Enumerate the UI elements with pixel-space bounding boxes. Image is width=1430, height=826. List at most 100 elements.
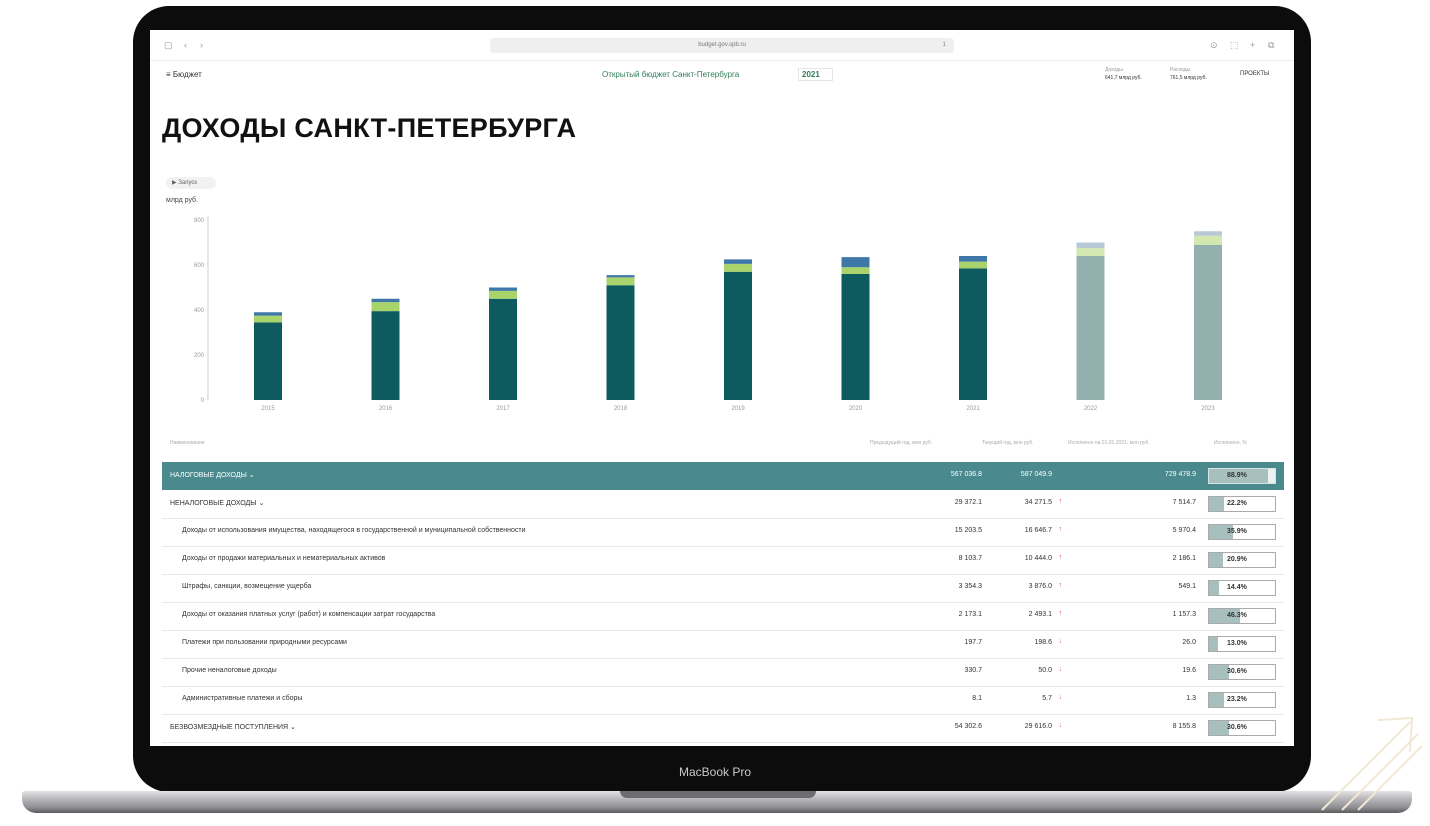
y-tick-label: 200: [194, 353, 205, 359]
play-button-label: ▶ Запуск: [172, 180, 198, 186]
current-year-value: 16 646.7: [1024, 527, 1052, 534]
x-tick-label: 2019: [731, 406, 745, 412]
sidebar-toggle-icon[interactable]: ▢: [164, 40, 173, 51]
table-row[interactable]: БЕЗВОЗМЕЗДНЫЕ ПОСТУПЛЕНИЯ ⌄ 54 302.6 29 61…: [162, 714, 1284, 743]
percent-bar: 30.6%: [1208, 664, 1276, 680]
table-row[interactable]: Прочие неналоговые доходы 330.7 50.0 ↓ 19.6 3…: [162, 658, 1284, 687]
bar-segment: [1194, 231, 1222, 236]
trend-up-icon: ↑: [1058, 610, 1063, 617]
row-label: Доходы от оказания платных услуг (работ)…: [182, 611, 436, 618]
bar-segment: [1076, 256, 1105, 400]
executed-value: 26.0: [1182, 639, 1196, 646]
y-tick-label: 0: [201, 398, 205, 404]
row-label: Административные платежи и сборы: [182, 695, 303, 702]
percent-bar: 35.9%: [1208, 524, 1276, 540]
bar-segment: [489, 298, 517, 400]
executed-value: 19.6: [1182, 667, 1196, 674]
percent-bar: 22.2%: [1208, 496, 1276, 512]
percent-bar: 88.9%: [1208, 468, 1276, 484]
share-icon[interactable]: ⬚: [1230, 40, 1239, 51]
percent-label: 23.2%: [1227, 696, 1247, 703]
address-bar[interactable]: budget.gov.spb.ru 1: [490, 38, 954, 53]
zoom-indicator: 1: [942, 42, 946, 48]
col-header-cur: Текущий год, млн руб.: [982, 440, 1034, 446]
current-year-value: 5.7: [1042, 695, 1052, 702]
projects-link[interactable]: ПРОЕКТЫ: [1240, 71, 1269, 77]
table-row[interactable]: Платежи при пользовании природными ресур…: [162, 630, 1284, 659]
bar-segment: [606, 275, 635, 278]
percent-bar: 46.3%: [1208, 608, 1276, 624]
row-label[interactable]: НАЛОГОВЫЕ ДОХОДЫ ⌄: [170, 471, 255, 479]
table-row[interactable]: Доходы от оказания платных услуг (работ)…: [162, 602, 1284, 631]
bar-segment: [489, 287, 517, 291]
bar-segment: [1076, 242, 1105, 249]
bar-segment: [489, 290, 517, 299]
page-title: ДОХОДЫ САНКТ-ПЕТЕРБУРГА: [162, 113, 577, 143]
trend-up-icon: ↑: [1058, 582, 1063, 589]
new-tab-icon[interactable]: +: [1250, 40, 1255, 50]
trend-down-icon: ↓: [1058, 666, 1063, 673]
forward-arrow-icon[interactable]: ›: [200, 40, 203, 50]
executed-value: 5 970.4: [1172, 527, 1196, 534]
table-row[interactable]: НАЛОГОВЫЕ ДОХОДЫ ⌄ 567 036.8 587 049.9 729 …: [162, 462, 1284, 490]
prev-year-value: 8.1: [972, 695, 982, 702]
budget-menu-button[interactable]: ≡ Бюджет: [166, 70, 202, 79]
income-stat-value: 641,7 млрд руб.: [1105, 75, 1142, 81]
table-row[interactable]: Доходы от использования имущества, наход…: [162, 518, 1284, 547]
percent-bar-fill: [1209, 553, 1223, 567]
row-label[interactable]: НЕНАЛОГОВЫЕ ДОХОДЫ ⌄: [170, 499, 264, 507]
bar-segment: [959, 268, 987, 400]
bar-segment: [841, 267, 870, 274]
back-arrow-icon[interactable]: ‹: [184, 40, 187, 50]
percent-bar: 13.0%: [1208, 636, 1276, 652]
table-row[interactable]: Доходы от продажи материальных и нематер…: [162, 546, 1284, 575]
table-row[interactable]: Штрафы, санкции, возмещение ущерба 3 354.…: [162, 574, 1284, 603]
row-label: Доходы от использования имущества, наход…: [182, 527, 526, 534]
x-tick-label: 2023: [1201, 406, 1215, 412]
site-title-link[interactable]: Открытый бюджет Санкт-Петербурга: [602, 70, 739, 79]
percent-label: 35.9%: [1227, 528, 1247, 535]
tabs-overview-icon[interactable]: ⧉: [1268, 40, 1274, 51]
bar-segment: [724, 259, 752, 264]
screen: ▢ ‹ › budget.gov.spb.ru 1 ⊙ ⬚ + ⧉ ≡ Бюдж…: [150, 30, 1294, 746]
prev-year-value: 54 302.6: [954, 723, 982, 730]
bar-segment: [1194, 244, 1222, 400]
current-year-value: 29 616.0: [1024, 723, 1052, 730]
percent-bar: 14.4%: [1208, 580, 1276, 596]
trend-up-icon: ↑: [1058, 554, 1063, 561]
row-label: Доходы от продажи материальных и нематер…: [182, 555, 386, 562]
executed-value: 7 514.7: [1172, 499, 1196, 506]
row-label: Прочие неналоговые доходы: [182, 667, 277, 674]
y-tick-label: 600: [194, 263, 205, 269]
col-header-name: Наименование: [170, 440, 205, 446]
bar-segment: [1194, 235, 1222, 245]
percent-label: 88.9%: [1227, 472, 1247, 479]
percent-bar-fill: [1209, 497, 1224, 511]
bar-segment: [254, 315, 282, 323]
year-select[interactable]: 2021: [798, 68, 833, 81]
prev-year-value: 15 203.5: [954, 527, 982, 534]
current-year-value: 3 876.0: [1028, 583, 1052, 590]
x-tick-label: 2017: [496, 406, 510, 412]
prev-year-value: 330.7: [964, 667, 982, 674]
percent-bar: 23.2%: [1208, 692, 1276, 708]
bar-segment: [724, 263, 752, 272]
bar-segment: [724, 271, 752, 400]
trend-down-icon: ↓: [1058, 638, 1063, 645]
bar-segment: [371, 311, 400, 400]
col-header-prev: Предыдущий год, млн руб.: [870, 440, 933, 446]
bar-segment: [841, 274, 870, 400]
download-icon[interactable]: ⊙: [1210, 40, 1218, 51]
trend-up-icon: ↑: [1058, 526, 1063, 533]
income-stat: Доходы 641,7 млрд руб.: [1105, 66, 1142, 82]
prev-year-value: 3 354.3: [958, 583, 982, 590]
expense-stat: Расходы 761,5 млрд руб.: [1170, 66, 1207, 82]
table-row[interactable]: Административные платежи и сборы 8.1 5.7 ↓ 1…: [162, 686, 1284, 715]
prev-year-value: 29 372.1: [954, 499, 982, 506]
row-label[interactable]: БЕЗВОЗМЕЗДНЫЕ ПОСТУПЛЕНИЯ ⌄: [170, 723, 296, 731]
expense-stat-key: Расходы: [1170, 67, 1191, 73]
table-row[interactable]: НЕНАЛОГОВЫЕ ДОХОДЫ ⌄ 29 372.1 34 271.5 ↑ 7 5…: [162, 490, 1284, 519]
executed-value: 1 157.3: [1172, 611, 1196, 618]
play-button[interactable]: ▶ Запуск: [166, 177, 216, 189]
row-label: Штрафы, санкции, возмещение ущерба: [182, 583, 312, 590]
